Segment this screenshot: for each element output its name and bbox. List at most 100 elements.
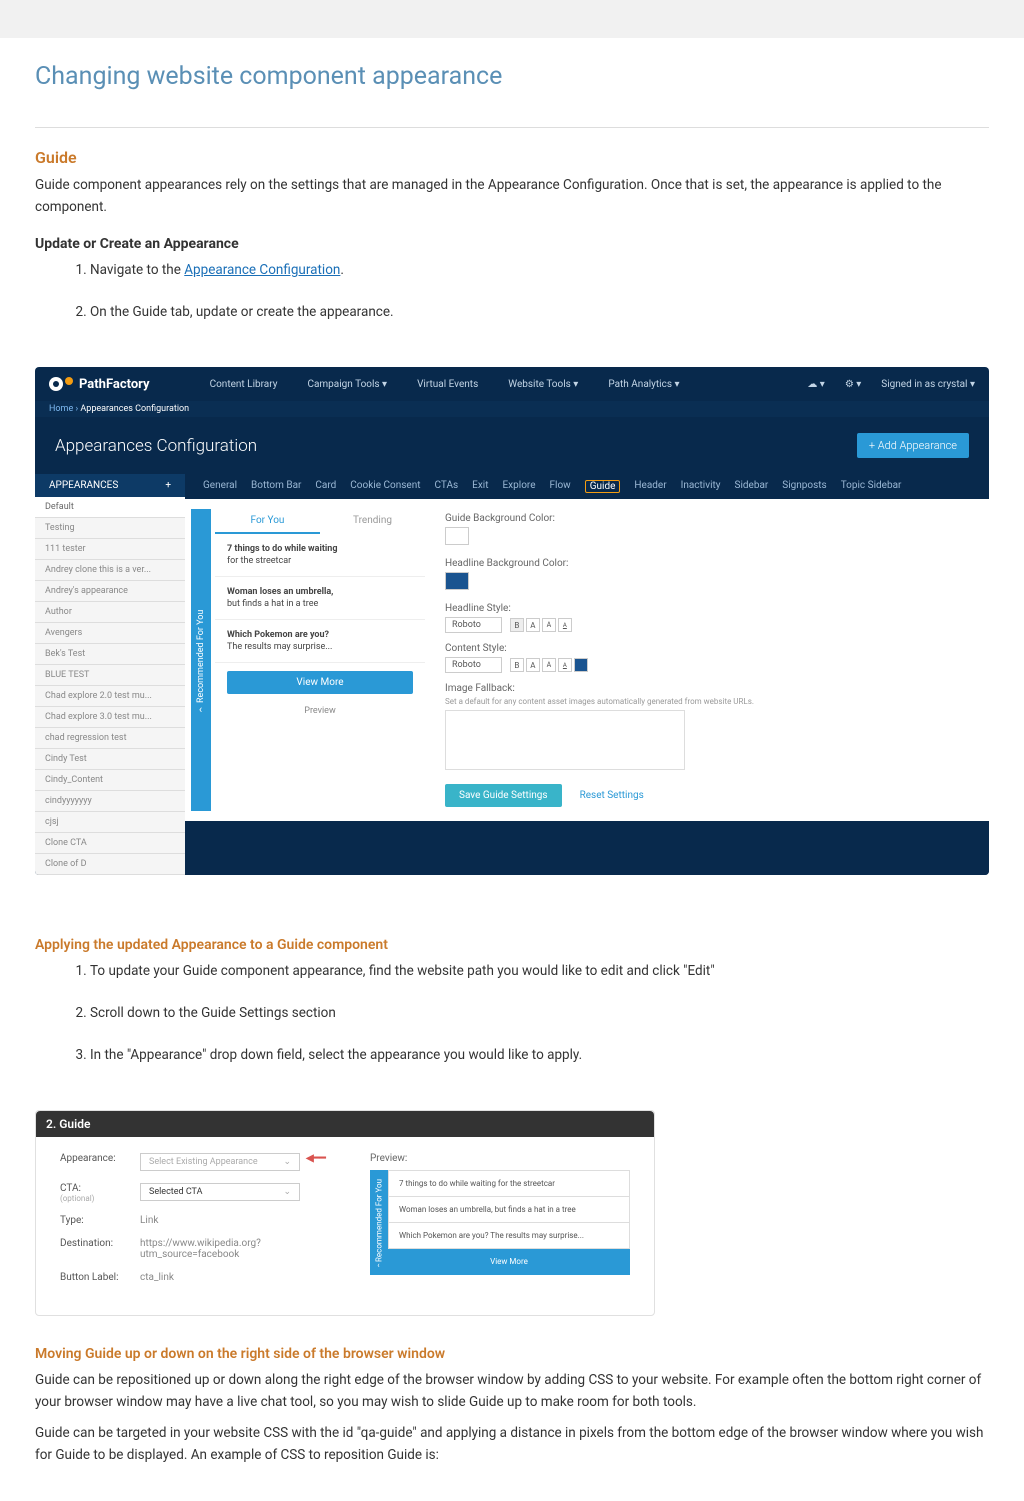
pathfactory-logo: PathFactory <box>49 377 150 392</box>
config-tab[interactable]: Header <box>634 480 666 493</box>
sidebar-item[interactable]: Avengers <box>35 623 185 644</box>
applying-step-3: In the "Appearance" drop down field, sel… <box>90 1045 989 1067</box>
sidebar-item[interactable]: Chad explore 2.0 test mu... <box>35 686 185 707</box>
type-label: Type: <box>60 1215 140 1226</box>
update-heading: Update or Create an Appearance <box>35 236 989 252</box>
page-title: Changing website component appearance <box>35 62 989 103</box>
guide-intro: Guide component appearances rely on the … <box>35 175 989 218</box>
nav-campaign-tools[interactable]: Campaign Tools ▾ <box>307 379 387 390</box>
sidebar-item[interactable]: Cindy_Content <box>35 770 185 791</box>
nav-virtual-events[interactable]: Virtual Events <box>417 379 478 390</box>
update-step-1: Navigate to the Appearance Configuration… <box>90 260 989 282</box>
config-tab[interactable]: Exit <box>472 480 488 493</box>
divider <box>35 127 989 128</box>
preview-item-1: 7 things to do while waiting for the str… <box>388 1170 630 1197</box>
sidebar-item[interactable]: cindyyyyyyy <box>35 791 185 812</box>
save-guide-button[interactable]: Save Guide Settings <box>445 784 562 807</box>
preview-side-label: ‹ Recommended For You <box>370 1170 388 1275</box>
moving-heading: Moving Guide up or down on the right sid… <box>35 1346 989 1362</box>
fallback-upload[interactable] <box>445 710 685 770</box>
config-tab[interactable]: Topic Sidebar <box>841 480 902 493</box>
config-tab[interactable]: Flow <box>550 480 571 493</box>
preview-item-2: Woman loses an umbrella, but finds a hat… <box>388 1197 630 1223</box>
view-more-button[interactable]: View More <box>227 671 413 694</box>
sidebar-appearances-tab[interactable]: APPEARANCES+ <box>35 474 185 497</box>
sidebar-item[interactable]: Bek's Test <box>35 644 185 665</box>
nav-website-tools[interactable]: Website Tools ▾ <box>508 379 578 390</box>
cta-select[interactable]: Selected CTA⌄ <box>140 1183 300 1201</box>
applying-step-1: To update your Guide component appearanc… <box>90 961 989 983</box>
preview-view-more-button[interactable]: View More <box>388 1249 630 1275</box>
sidebar-item[interactable]: Andrey's appearance <box>35 581 185 602</box>
sidebar-plus-icon[interactable]: + <box>165 480 171 491</box>
guide-settings-screenshot: 2. Guide Appearance: Select Existing App… <box>35 1110 655 1316</box>
type-value: Link <box>140 1215 340 1226</box>
sidebar-item[interactable]: Clone CTA <box>35 833 185 854</box>
cta-label: CTA:(optional) <box>60 1183 140 1203</box>
config-tab[interactable]: Explore <box>503 480 536 493</box>
sidebar-item[interactable]: Default <box>35 497 185 518</box>
moving-p1: Guide can be repositioned up or down alo… <box>35 1370 989 1413</box>
rec-item-3: Which Pokemon are you?The results may su… <box>215 620 425 663</box>
config-tab[interactable]: Guide <box>585 480 621 493</box>
config-tab[interactable]: CTAs <box>435 480 459 493</box>
nav-path-analytics[interactable]: Path Analytics ▾ <box>608 379 679 390</box>
sidebar-item[interactable]: Clone of D <box>35 854 185 875</box>
chevron-icon: ‹ <box>199 703 202 716</box>
fallback-hint: Set a default for any content asset imag… <box>445 697 969 706</box>
content-style-icons[interactable]: BAAA <box>510 658 588 672</box>
gear-icon[interactable]: ⚙ ▾ <box>845 379 861 390</box>
dest-label: Destination: <box>60 1238 140 1249</box>
headline-style-label: Headline Style: <box>445 603 969 614</box>
sidebar-item[interactable]: Chad explore 3.0 test mu... <box>35 707 185 728</box>
rec-side-label: ‹ Recommended For You <box>191 509 211 811</box>
headline-font-select[interactable]: Roboto <box>445 617 502 633</box>
preview-button[interactable]: Preview <box>215 702 425 720</box>
signed-in-menu[interactable]: Signed in as crystal ▾ <box>881 379 975 390</box>
bg-color-label: Guide Background Color: <box>445 513 969 524</box>
guide-heading: Guide <box>35 148 989 167</box>
nav-content-library[interactable]: Content Library <box>210 379 278 390</box>
headline-bg-label: Headline Background Color: <box>445 558 969 569</box>
rec-tab-foryou[interactable]: For You <box>215 509 320 534</box>
sidebar-item[interactable]: BLUE TEST <box>35 665 185 686</box>
bg-color-picker[interactable] <box>445 527 469 545</box>
preview-label: Preview: <box>370 1153 630 1164</box>
add-appearance-button[interactable]: + Add Appearance <box>857 433 969 458</box>
config-tab[interactable]: General <box>203 480 237 493</box>
appearance-select[interactable]: Select Existing Appearance⌄ <box>140 1153 300 1171</box>
config-tab[interactable]: Sidebar <box>735 480 769 493</box>
content-font-select[interactable]: Roboto <box>445 657 502 673</box>
settings-panel: Guide Background Color: Headline Backgro… <box>425 499 989 821</box>
top-nav: Content Library Campaign Tools ▾ Virtual… <box>210 379 680 390</box>
chevron-down-icon: ⌄ <box>283 1187 291 1197</box>
rec-tab-trending[interactable]: Trending <box>320 509 425 534</box>
sidebar-item[interactable]: Cindy Test <box>35 749 185 770</box>
content-style-label: Content Style: <box>445 643 969 654</box>
config-tab[interactable]: Inactivity <box>681 480 721 493</box>
appearance-label: Appearance: <box>60 1153 140 1164</box>
applying-heading: Applying the updated Appearance to a Gui… <box>35 937 989 953</box>
config-tab[interactable]: Cookie Consent <box>350 480 420 493</box>
rec-panel: ‹ Recommended For You For You Trending 7… <box>185 499 425 821</box>
reset-settings-button[interactable]: Reset Settings <box>580 790 644 801</box>
sidebar-list: DefaultTesting111 testerAndrey clone thi… <box>35 497 185 875</box>
btn-label-value: cta_link <box>140 1272 340 1283</box>
sidebar-item[interactable]: Andrey clone this is a ver... <box>35 560 185 581</box>
sidebar-item[interactable]: chad regression test <box>35 728 185 749</box>
update-step-2: On the Guide tab, update or create the a… <box>90 302 989 324</box>
sidebar-item[interactable]: Testing <box>35 518 185 539</box>
config-tab[interactable]: Bottom Bar <box>251 480 301 493</box>
config-tab[interactable]: Signposts <box>782 480 826 493</box>
appearance-config-link[interactable]: Appearance Configuration <box>184 262 340 278</box>
top-gray-bar <box>0 0 1024 38</box>
cloud-icon[interactable]: ☁ ▾ <box>807 379 825 390</box>
btn-label-label: Button Label: <box>60 1272 140 1283</box>
sidebar-item[interactable]: Author <box>35 602 185 623</box>
sidebar-item[interactable]: 111 tester <box>35 539 185 560</box>
headline-style-icons[interactable]: BAAA <box>510 618 572 632</box>
config-tab[interactable]: Card <box>315 480 336 493</box>
headline-bg-picker[interactable] <box>445 572 469 590</box>
chevron-down-icon: ⌄ <box>283 1157 291 1167</box>
sidebar-item[interactable]: cjsj <box>35 812 185 833</box>
